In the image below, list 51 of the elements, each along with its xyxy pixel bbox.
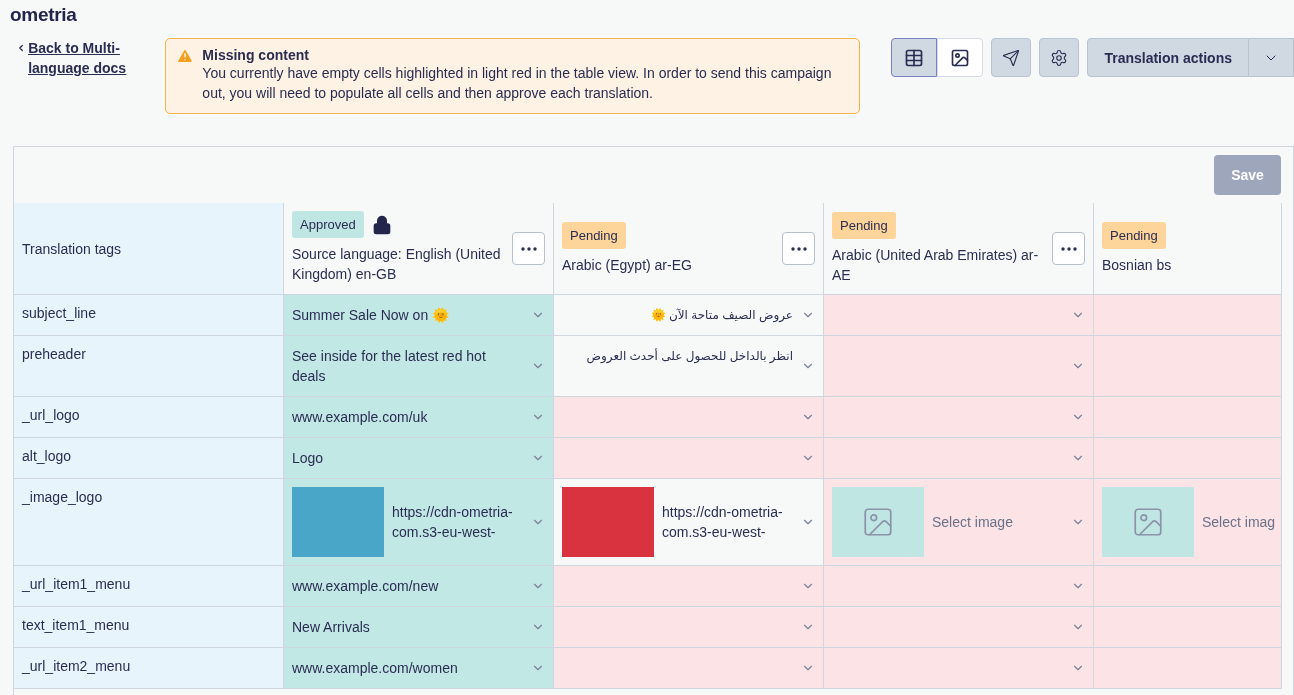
- column-header: Translation tags: [14, 203, 284, 295]
- warning-icon: [176, 47, 195, 65]
- column-title: Arabic (Egypt) ar-EG: [562, 256, 693, 275]
- tag-cell: _image_logo: [14, 479, 284, 566]
- column-title: Arabic (United Arab Emirates) ar-AE: [832, 246, 1040, 285]
- image-icon: [950, 47, 971, 68]
- translation-actions-button[interactable]: Translation actions: [1087, 38, 1249, 77]
- more-icon: [520, 246, 537, 251]
- more-icon: [790, 246, 807, 251]
- image-icon: [1131, 505, 1165, 539]
- more-icon: [1060, 246, 1077, 251]
- table-icon: [904, 47, 925, 68]
- table-cell: New Arrivals: [284, 607, 554, 648]
- table-cell: https://cdn-ometria-com.s3-eu-west-: [554, 479, 824, 566]
- alert-message: You currently have empty cells highlighted in light red in the table view. In order to send this campaign out, you will need to populate all cells and then approve each translation.: [202, 64, 833, 103]
- tag-cell: alt_logo: [14, 438, 284, 479]
- table-cell: See inside for the latest red hot deals: [284, 336, 554, 397]
- status-badge: Pending: [1102, 222, 1166, 249]
- settings-icon: [1050, 48, 1069, 67]
- column-title: Source language: English (United Kingdom) en-GB: [292, 245, 502, 284]
- send-button[interactable]: [991, 38, 1032, 77]
- more-button[interactable]: [782, 232, 815, 265]
- tag-cell: subject_line: [14, 295, 284, 336]
- tag-cell: _url_item1_menu: [14, 566, 284, 607]
- table-cell: www.example.com/women: [284, 648, 554, 689]
- back-link[interactable]: Back to Multi-language docs: [16, 38, 166, 78]
- view-toggle-button[interactable]: [891, 38, 938, 77]
- tag-cell: text_item1_menu: [14, 607, 284, 648]
- send-icon: [1002, 48, 1021, 67]
- tag-cell: _url_item2_menu: [14, 648, 284, 689]
- tag-cell: _url_logo: [14, 397, 284, 438]
- more-button[interactable]: [512, 232, 545, 265]
- column-title: Bosnian bs: [1102, 256, 1173, 275]
- table-cell: Select imag: [1094, 479, 1282, 566]
- image-icon: [861, 505, 895, 539]
- table-cell: www.example.com/uk: [284, 397, 554, 438]
- logo: ometria: [9, 3, 78, 27]
- more-button[interactable]: [1052, 232, 1085, 265]
- settings-button[interactable]: [1039, 38, 1080, 77]
- table-cell: Select image: [824, 479, 1094, 566]
- table-cell: عروض الصيف متاحة الآن 🌞: [554, 295, 824, 336]
- status-badge: Pending: [832, 212, 896, 239]
- table-cell: www.example.com/new: [284, 566, 554, 607]
- status-badge: Approved: [292, 211, 364, 238]
- status-badge: Pending: [562, 222, 626, 249]
- table-cell: انظر بالداخل للحصول على أحدث العروض: [554, 336, 824, 397]
- tag-cell: preheader: [14, 336, 284, 397]
- alert-title: Missing content: [202, 47, 310, 63]
- table-cell: https://cdn-ometria-com.s3-eu-west-: [284, 479, 554, 566]
- table-cell: Logo: [284, 438, 554, 479]
- table-cell: Summer Sale Now on 🌞: [284, 295, 554, 336]
